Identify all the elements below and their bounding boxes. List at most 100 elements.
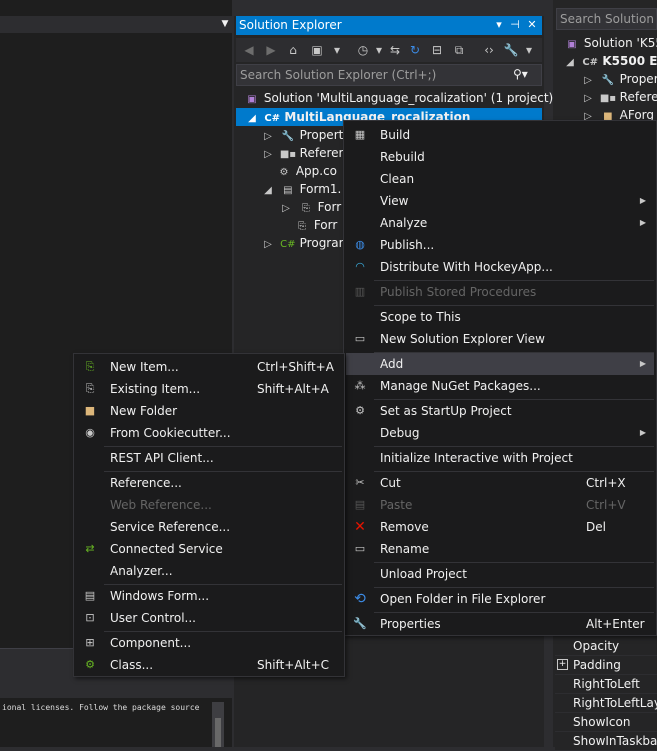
tree-item-form1-resx[interactable]: ⎘ Forr [294, 216, 337, 234]
view-code-icon[interactable]: ‹› [480, 41, 498, 59]
menu-item-build[interactable]: ▦ Build [346, 124, 654, 146]
tree-item-app-config[interactable]: ⚙ App.co [276, 162, 338, 180]
switch-view-icon[interactable]: ▣ [308, 41, 326, 59]
solution-icon: ▣ [247, 94, 257, 105]
menu-item-analyzer[interactable]: Analyzer... [76, 560, 342, 582]
tree-item-program[interactable]: ▷ C# Prograr [260, 234, 343, 254]
menu-item-scope-to-this[interactable]: Scope to This [346, 306, 654, 328]
hockeyapp-icon: ◠ [355, 260, 365, 273]
menu-item-clean[interactable]: Clean [346, 168, 654, 190]
menu-item-set-startup[interactable]: ⚙ Set as StartUp Project [346, 400, 654, 422]
chevron-right-icon: ▶ [639, 359, 646, 368]
menu-item-debug[interactable]: Debug ▶ [346, 422, 654, 444]
right-tree-item-properties[interactable]: ▷ 🔧 Proper [580, 70, 657, 88]
gear-icon: ⚙ [355, 404, 365, 417]
right-tree-item-project[interactable]: ◢ C# K5500 EL [562, 52, 657, 70]
right-tree-item-references[interactable]: ▷ ■▪ Refere [580, 88, 657, 106]
menu-item-view[interactable]: View ▶ [346, 190, 654, 212]
menu-item-service-reference[interactable]: Service Reference... [76, 516, 342, 538]
sync-icon[interactable]: ⇆ [386, 41, 404, 59]
property-row[interactable]: ShowIcon [555, 713, 657, 732]
chevron-right-icon: ▶ [639, 196, 646, 205]
folder-icon: ■ [84, 404, 96, 417]
right-panel-search-input[interactable]: Search Solution Ex [556, 8, 657, 30]
remove-icon: ✕ [354, 519, 366, 535]
menu-item-user-control[interactable]: ⊡ User Control... [76, 607, 342, 629]
chevron-right-icon[interactable]: ▷ [278, 200, 294, 218]
tree-item-form1-designer[interactable]: ▷ ⎘ Forr [278, 198, 341, 216]
forward-icon[interactable]: ▶ [262, 41, 280, 59]
home-icon[interactable]: ⌂ [284, 41, 302, 59]
menu-item-initialize-interactive[interactable]: Initialize Interactive with Project [346, 447, 654, 469]
connected-service-icon: ⇄ [85, 542, 95, 555]
menu-item-cut[interactable]: ✂ Cut Ctrl+X [346, 472, 654, 494]
property-row[interactable]: ShowInTaskbar [555, 732, 657, 751]
cookiecutter-icon: ◉ [85, 426, 95, 439]
menu-item-remove[interactable]: ✕ Remove Del [346, 516, 654, 538]
menu-item-new-item[interactable]: ⎘ New Item... Ctrl+Shift+A [76, 356, 342, 378]
add-submenu: ⎘ New Item... Ctrl+Shift+A ⎘ Existing It… [73, 353, 345, 677]
menu-item-publish[interactable]: ◍ Publish... [346, 234, 654, 256]
tree-item-properties[interactable]: ▷ 🔧 Propert [260, 126, 343, 144]
menu-item-add[interactable]: Add ▶ [346, 353, 654, 375]
expand-icon[interactable]: + [557, 659, 568, 670]
chevron-down-icon[interactable]: ▾ [328, 41, 346, 59]
class-icon: ⚙ [85, 658, 95, 671]
menu-item-new-solution-explorer-view[interactable]: ▭ New Solution Explorer View [346, 328, 654, 350]
chevron-down-icon[interactable]: ◢ [260, 182, 276, 200]
property-row[interactable]: RightToLeftLayo [555, 694, 657, 713]
tree-item-form1[interactable]: ◢ ▤ Form1. [260, 180, 341, 198]
publish-db-icon: ▥ [354, 285, 366, 298]
menu-item-paste: ▤ Paste Ctrl+V [346, 494, 654, 516]
csharp-file-icon: C# [280, 239, 296, 250]
output-text: ional licenses. Follow the package sourc… [2, 703, 200, 712]
new-item-icon: ⎘ [85, 360, 95, 373]
collapse-all-icon[interactable]: ⊟ [428, 41, 446, 59]
search-icon[interactable]: ⚲▾ [513, 67, 528, 81]
menu-item-distribute-hockeyapp[interactable]: ◠ Distribute With HockeyApp... [346, 256, 654, 278]
menu-item-open-folder[interactable]: ⟲ Open Folder in File Explorer [346, 588, 654, 610]
pin-icon[interactable]: ⊣ [508, 18, 522, 32]
show-all-files-icon[interactable]: ⧉ [450, 41, 468, 59]
right-tree-item-solution[interactable]: ▣ Solution 'K55 [564, 34, 657, 52]
menu-item-from-cookiecutter[interactable]: ◉ From Cookiecutter... [76, 422, 342, 444]
menu-item-properties[interactable]: 🔧 Properties Alt+Enter [346, 613, 654, 635]
chevron-down-icon[interactable]: ▾ [492, 18, 506, 32]
property-row[interactable]: Opacity [555, 637, 657, 656]
rename-icon: ▭ [354, 542, 366, 555]
solution-explorer-search-input[interactable]: Search Solution Explorer (Ctrl+;) [236, 64, 542, 86]
menu-item-connected-service[interactable]: ⇄ Connected Service [76, 538, 342, 560]
chevron-down-icon[interactable]: ◢ [562, 54, 578, 72]
chevron-down-icon[interactable]: ▼ [218, 16, 232, 33]
property-row[interactable]: Padding [555, 656, 657, 675]
menu-item-rename[interactable]: ▭ Rename [346, 538, 654, 560]
tree-item-references[interactable]: ▷ ■▪ Referer [260, 144, 343, 162]
chevron-right-icon: ▶ [639, 218, 646, 227]
menu-item-existing-item[interactable]: ⎘ Existing Item... Shift+Alt+A [76, 378, 342, 400]
chevron-down-icon[interactable]: ◢ [244, 110, 260, 128]
menu-item-analyze[interactable]: Analyze ▶ [346, 212, 654, 234]
menu-item-new-folder[interactable]: ■ New Folder [76, 400, 342, 422]
menu-item-manage-nuget[interactable]: ⁂ Manage NuGet Packages... [346, 375, 654, 397]
wrench-icon[interactable]: 🔧 [502, 41, 520, 59]
menu-item-windows-form[interactable]: ▤ Windows Form... [76, 585, 342, 607]
back-icon[interactable]: ◀ [240, 41, 258, 59]
close-icon[interactable]: ✕ [525, 18, 539, 32]
menu-item-class[interactable]: ⚙ Class... Shift+Alt+C [76, 654, 342, 676]
property-row[interactable]: RightToLeft [555, 675, 657, 694]
globe-icon: ◍ [355, 238, 365, 251]
menu-item-rebuild[interactable]: Rebuild [346, 146, 654, 168]
output-scroll-thumb[interactable] [215, 718, 221, 747]
refresh-icon[interactable]: ↻ [406, 41, 424, 59]
tree-item-solution[interactable]: ▣ Solution 'MultiLanguage_rocalization' … [244, 89, 553, 107]
chevron-down-icon[interactable]: ▾ [520, 41, 538, 59]
menu-item-rest-api-client[interactable]: REST API Client... [76, 447, 342, 469]
build-icon: ▦ [354, 128, 366, 141]
existing-item-icon: ⎘ [85, 382, 95, 395]
chevron-right-icon[interactable]: ▷ [260, 236, 276, 254]
chevron-right-icon[interactable]: ▷ [260, 146, 276, 164]
menu-item-component[interactable]: ⊞ Component... [76, 632, 342, 654]
menu-item-unload-project[interactable]: Unload Project [346, 563, 654, 585]
paste-icon: ▤ [354, 498, 366, 511]
menu-item-reference[interactable]: Reference... [76, 472, 342, 494]
